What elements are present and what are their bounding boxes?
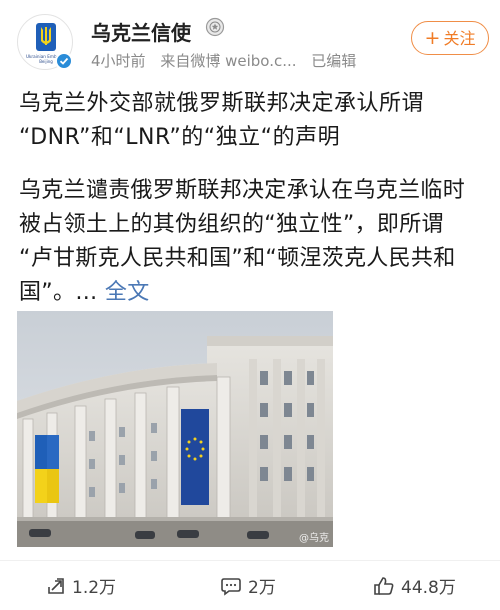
post-meta: 4小时前 来自微博 weibo.c... 已编辑 — [91, 50, 366, 71]
comment-count: 2万 — [248, 578, 276, 598]
post-body: 乌克兰谴责俄罗斯联邦决定承认在乌克兰临时 被占领土上的其伪组织的“独立性”，即所… — [19, 174, 489, 310]
follow-button[interactable]: + 关注 — [411, 21, 489, 55]
follow-label: 关注 — [443, 29, 476, 48]
medal-icon — [205, 17, 225, 37]
full-text-link[interactable]: 全文 — [105, 280, 150, 305]
comment-button[interactable]: 2万 — [220, 573, 276, 598]
post-title-line: 乌克兰外交部就俄罗斯联邦决定承认所谓 — [19, 91, 425, 116]
ministry-building-image — [17, 311, 333, 547]
like-count: 44.8万 — [401, 578, 456, 598]
image-watermark: @乌克 — [299, 533, 329, 544]
comment-icon — [221, 577, 241, 596]
post-source[interactable]: 来自微博 weibo.c... — [160, 52, 296, 70]
edited-label[interactable]: 已编辑 — [311, 52, 356, 70]
post-title-line: “DNR”和“LNR”的“独立“的声明 — [19, 125, 341, 150]
post-title: 乌克兰外交部就俄罗斯联邦决定承认所谓 “DNR”和“LNR”的“独立“的声明 — [19, 87, 489, 155]
like-icon — [374, 576, 394, 595]
avatar-caption-2: Beijing — [39, 59, 53, 64]
time-ago: 4小时前 — [91, 52, 146, 70]
post-image[interactable]: @乌克 — [17, 311, 333, 547]
repost-icon — [48, 577, 64, 594]
post-body-line: 乌克兰谴责俄罗斯联邦决定承认在乌克兰临时 — [19, 178, 466, 203]
action-bar: 1.2万 2万 44.8万 — [0, 560, 500, 609]
post-body-line: “卢甘斯克人民共和国”和“顿涅茨克人民共和 — [19, 246, 456, 271]
plus-icon: + — [424, 27, 441, 49]
post-body-line: 国”。… — [19, 280, 105, 305]
verified-icon — [55, 52, 73, 70]
account-name[interactable]: 乌克兰信使 — [91, 17, 191, 46]
repost-count: 1.2万 — [72, 578, 117, 598]
like-button[interactable]: 44.8万 — [373, 573, 456, 598]
post-body-line: 被占领土上的其伪组织的“独立性”，即所谓 — [19, 212, 444, 237]
post-header: Ukrainian Embassy Beijing 乌克兰信使 4小时前 来自微… — [0, 0, 500, 80]
repost-button[interactable]: 1.2万 — [46, 573, 117, 598]
